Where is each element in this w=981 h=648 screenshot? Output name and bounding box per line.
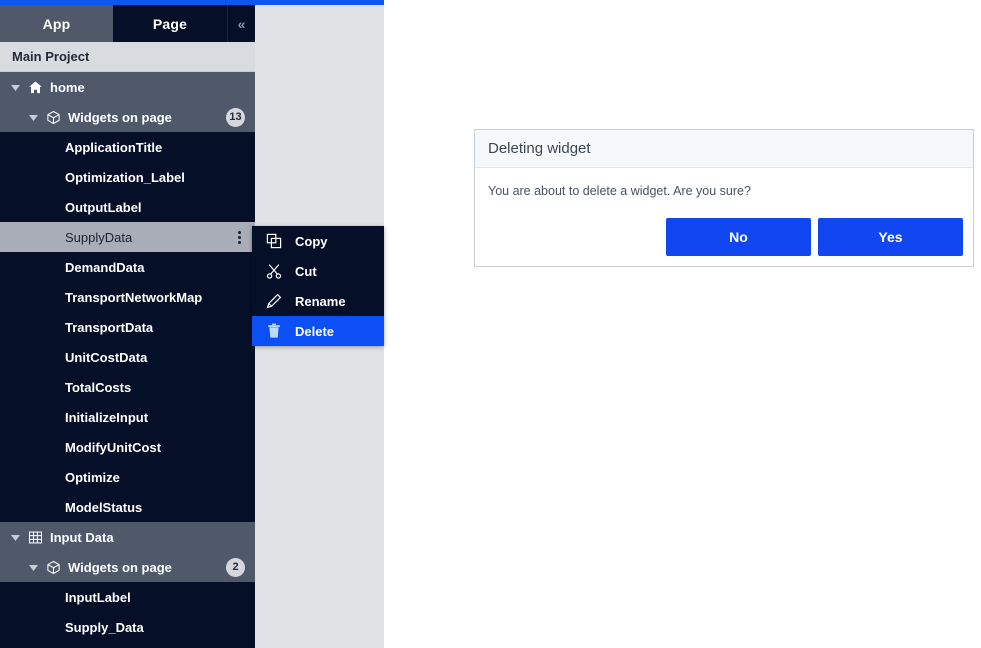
- widget-icon: [46, 560, 61, 575]
- twisty-down-icon[interactable]: [28, 112, 39, 123]
- widget-count-badge: 2: [226, 557, 245, 577]
- chevron-double-left-icon: «: [237, 15, 246, 32]
- tree-row-modifyunitcost[interactable]: ModifyUnitCost: [0, 432, 255, 462]
- tab-page-label: Page: [152, 15, 188, 32]
- context-menu-item-label: Copy: [295, 233, 328, 249]
- project-name-label: Main Project: [12, 49, 90, 64]
- row-menu-icon[interactable]: [231, 230, 247, 244]
- tree-row-widgets-on-page[interactable]: Widgets on page 2: [0, 552, 255, 582]
- tree-row-label: TotalCosts: [65, 379, 132, 395]
- dialog-body: You are about to delete a widget. Are yo…: [475, 168, 973, 198]
- tree-row-label: Widgets on page: [68, 559, 172, 575]
- tree-row-label: ModifyUnitCost: [65, 439, 162, 455]
- tree-row-demanddata[interactable]: DemandData: [0, 252, 255, 282]
- tree-row-input-data[interactable]: Input Data: [0, 522, 255, 552]
- app-root: App Page « Main Project home Widgets on p…: [0, 0, 981, 648]
- tree-row-label: SupplyData: [65, 229, 133, 245]
- tree-row-label: Optimize: [65, 469, 120, 485]
- context-menu-item-copy[interactable]: Copy: [252, 226, 384, 256]
- twisty-down-icon[interactable]: [10, 532, 21, 543]
- tree-row-modelstatus[interactable]: ModelStatus: [0, 492, 255, 522]
- tree-row-applicationtitle[interactable]: ApplicationTitle: [0, 132, 255, 162]
- project-explorer-panel: App Page « Main Project home Widgets on p…: [0, 5, 255, 648]
- context-menu-item-label: Delete: [295, 323, 335, 339]
- context-menu-item-delete[interactable]: Delete: [252, 316, 384, 346]
- tree-row-label: OutputLabel: [65, 199, 142, 215]
- no-button[interactable]: No: [666, 218, 811, 256]
- dialog-title: Deleting widget: [488, 140, 591, 157]
- context-menu-item-cut[interactable]: Cut: [252, 256, 384, 286]
- tree-row-label: TransportNetworkMap: [65, 289, 203, 305]
- tree-row-label: UnitCostData: [65, 349, 148, 365]
- tree-row-transportdata[interactable]: TransportData: [0, 312, 255, 342]
- tree-row-home[interactable]: home: [0, 72, 255, 102]
- project-tree: home Widgets on page 13 ApplicationTitle Opt…: [0, 72, 255, 642]
- trash-icon: [266, 323, 282, 339]
- dialog-actions: No Yes: [666, 218, 963, 256]
- context-menu-item-label: Rename: [295, 293, 346, 309]
- dialog-header: Deleting widget: [475, 130, 973, 168]
- tab-app[interactable]: App: [0, 5, 113, 42]
- tree-row-label: Supply_Data: [65, 619, 144, 635]
- pencil-icon: [266, 293, 282, 309]
- tree-row-label: ApplicationTitle: [65, 139, 163, 155]
- delete-confirmation-dialog: Deleting widget You are about to delete …: [474, 129, 974, 267]
- tree-row-label: Input Data: [50, 529, 114, 545]
- tree-row-label: Optimization_Label: [65, 169, 185, 185]
- tree-row-label: TransportData: [65, 319, 154, 335]
- tree-row-label: Widgets on page: [68, 109, 172, 125]
- yes-button[interactable]: Yes: [818, 218, 963, 256]
- tree-row-optimization-label[interactable]: Optimization_Label: [0, 162, 255, 192]
- tree-row-label: ModelStatus: [65, 499, 143, 515]
- tree-row-label: home: [50, 79, 85, 95]
- tree-row-optimize[interactable]: Optimize: [0, 462, 255, 492]
- dialog-message: You are about to delete a widget. Are yo…: [488, 184, 751, 198]
- copy-icon: [266, 233, 282, 249]
- tree-row-totalcosts[interactable]: TotalCosts: [0, 372, 255, 402]
- tree-row-inputlabel[interactable]: InputLabel: [0, 582, 255, 612]
- tree-row-supply-data[interactable]: Supply_Data: [0, 612, 255, 642]
- tree-row-label: InputLabel: [65, 589, 131, 605]
- context-menu-item-label: Cut: [295, 263, 317, 279]
- project-name-row[interactable]: Main Project: [0, 42, 255, 72]
- tree-row-widgets-on-page[interactable]: Widgets on page 13: [0, 102, 255, 132]
- table-icon: [28, 530, 43, 545]
- home-icon: [28, 80, 43, 95]
- tree-row-transportnetworkmap[interactable]: TransportNetworkMap: [0, 282, 255, 312]
- tree-row-unitcostdata[interactable]: UnitCostData: [0, 342, 255, 372]
- tab-page[interactable]: Page: [113, 5, 227, 42]
- context-menu-item-rename[interactable]: Rename: [252, 286, 384, 316]
- tree-row-initializeinput[interactable]: InitializeInput: [0, 402, 255, 432]
- collapse-panel-button[interactable]: «: [227, 5, 255, 42]
- tree-row-supplydata[interactable]: SupplyData: [0, 222, 255, 252]
- twisty-down-icon[interactable]: [28, 562, 39, 573]
- twisty-down-icon[interactable]: [10, 82, 21, 93]
- widget-count-badge: 13: [226, 107, 245, 127]
- explorer-tabstrip: App Page «: [0, 5, 255, 42]
- tree-row-label: InitializeInput: [65, 409, 149, 425]
- tree-row-outputlabel[interactable]: OutputLabel: [0, 192, 255, 222]
- tree-row-label: DemandData: [65, 259, 145, 275]
- scissors-icon: [266, 263, 282, 279]
- tab-app-label: App: [42, 15, 71, 32]
- widget-context-menu: Copy Cut Rename Delete: [252, 226, 384, 346]
- widget-icon: [46, 110, 61, 125]
